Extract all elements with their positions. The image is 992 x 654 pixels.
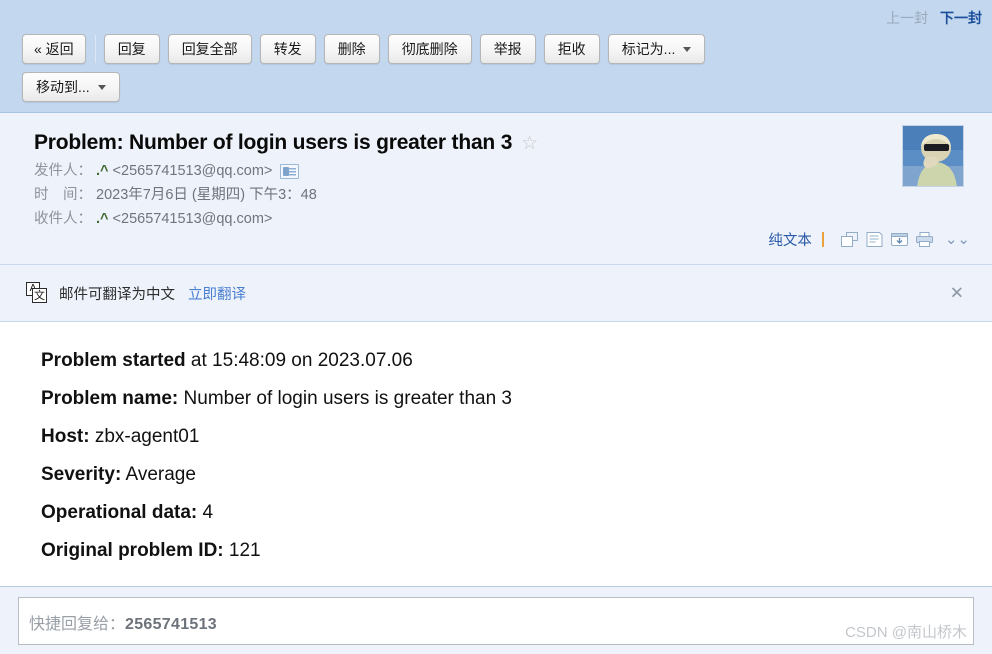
save-to-net-disk-icon[interactable] bbox=[890, 232, 908, 247]
body-value: at 15:48:09 on 2023.07.06 bbox=[185, 350, 413, 371]
avatar[interactable] bbox=[902, 125, 964, 187]
forward-button[interactable]: 转发 bbox=[259, 34, 316, 64]
body-label: Operational data: bbox=[41, 502, 198, 523]
body-line-problem-started: Problem started at 15:48:09 on 2023.07.0… bbox=[41, 348, 984, 374]
body-label: Original problem ID: bbox=[41, 540, 224, 561]
translate-message: 邮件可翻译为中文 bbox=[59, 286, 175, 303]
reply-all-button[interactable]: 回复全部 bbox=[167, 34, 252, 64]
translate-now-link[interactable]: 立即翻译 bbox=[188, 283, 246, 304]
body-value: 4 bbox=[197, 502, 214, 523]
body-label: Problem name: bbox=[41, 388, 179, 409]
date-label: 时 间： bbox=[34, 187, 92, 203]
body-value: zbx-agent01 bbox=[89, 426, 200, 447]
toolbar-button-row-2: 移动到... bbox=[22, 72, 128, 102]
body-line-operational-data: Operational data: 4 bbox=[41, 500, 984, 526]
mail-header-actions: 纯文本 ⌄⌄ bbox=[768, 229, 970, 250]
chevron-down-icon bbox=[97, 84, 106, 90]
recipient-address: <2565741513@qq.com> bbox=[112, 211, 273, 227]
close-icon[interactable]: ✕ bbox=[950, 285, 964, 302]
body-label: Severity: bbox=[41, 464, 122, 485]
message-navigation: 上一封 下一封 bbox=[886, 9, 982, 27]
body-line-host: Host: zbx-agent01 bbox=[41, 424, 984, 450]
mail-toolbar: 上一封 下一封 « 返回 回复 回复全部 转发 删除 彻底删除 举报 拒收 标记… bbox=[0, 0, 992, 113]
action-separator bbox=[821, 232, 824, 247]
move-to-label: 移动到... bbox=[36, 79, 90, 95]
body-value: Average bbox=[121, 464, 196, 485]
reject-button[interactable]: 拒收 bbox=[543, 34, 600, 64]
chevron-double-down-icon[interactable]: ⌄⌄ bbox=[945, 232, 970, 247]
date-row: 时 间： 2023年7月6日 (星期四) 下午3：48 bbox=[34, 185, 984, 205]
body-label: Host: bbox=[41, 426, 90, 447]
recipient-row: 收件人： .^ <2565741513@qq.com> bbox=[34, 209, 984, 229]
sender-row: 发件人： .^ <2565741513@qq.com> bbox=[34, 161, 984, 181]
mail-body: Problem started at 15:48:09 on 2023.07.0… bbox=[0, 322, 992, 584]
recipient-name: .^ bbox=[96, 211, 109, 227]
toolbar-button-row-1: « 返回 回复 回复全部 转发 删除 彻底删除 举报 拒收 标记为... bbox=[22, 34, 713, 64]
move-to-dropdown[interactable]: 移动到... bbox=[22, 72, 120, 102]
body-label: Problem started bbox=[41, 350, 186, 371]
chevron-down-icon bbox=[683, 46, 692, 52]
plain-text-link[interactable]: 纯文本 bbox=[768, 229, 812, 250]
body-line-problem-name: Problem name: Number of login users is g… bbox=[41, 386, 984, 412]
quick-reply-input[interactable]: 快捷回复给：2565741513 CSDN @南山桥木 bbox=[18, 597, 974, 645]
report-button[interactable]: 举报 bbox=[479, 34, 536, 64]
sender-label: 发件人： bbox=[34, 163, 92, 179]
print-icon[interactable] bbox=[915, 232, 933, 247]
translate-icon: A 文 bbox=[26, 282, 48, 304]
contact-card-icon[interactable] bbox=[280, 163, 300, 179]
date-value: 2023年7月6日 (星期四) 下午3：48 bbox=[96, 187, 317, 203]
sender-name: .^ bbox=[96, 163, 109, 179]
back-button[interactable]: « 返回 bbox=[22, 34, 86, 64]
previous-message-link[interactable]: 上一封 bbox=[886, 10, 928, 26]
sender-value[interactable]: .^ <2565741513@qq.com> bbox=[96, 161, 272, 181]
next-message-link[interactable]: 下一封 bbox=[940, 10, 982, 26]
toolbar-separator bbox=[94, 35, 96, 63]
mail-subject-line: Problem: Number of login users is greate… bbox=[34, 131, 984, 155]
quick-reply-target: 2565741513 bbox=[125, 616, 217, 633]
quick-reply-footer: 快捷回复给：2565741513 CSDN @南山桥木 bbox=[0, 586, 992, 654]
notes-icon[interactable] bbox=[866, 232, 883, 247]
reply-button[interactable]: 回复 bbox=[103, 34, 160, 64]
mail-reading-page: 上一封 下一封 « 返回 回复 回复全部 转发 删除 彻底删除 举报 拒收 标记… bbox=[0, 0, 992, 654]
recipient-value[interactable]: .^ <2565741513@qq.com> bbox=[96, 209, 272, 229]
quick-reply-placeholder: 快捷回复给：2565741513 bbox=[29, 610, 217, 634]
mark-as-label: 标记为... bbox=[621, 41, 676, 57]
body-value: 121 bbox=[223, 540, 261, 561]
watermark: CSDN @南山桥木 bbox=[845, 624, 967, 641]
delete-button[interactable]: 删除 bbox=[323, 34, 380, 64]
quick-reply-prefix: 快捷回复给： bbox=[29, 616, 126, 633]
sender-address: <2565741513@qq.com> bbox=[112, 163, 273, 179]
body-value: Number of login users is greater than 3 bbox=[178, 388, 512, 409]
translate-icon-chinese: 文 bbox=[32, 288, 47, 303]
page-title: Problem: Number of login users is greate… bbox=[34, 131, 513, 154]
body-line-severity: Severity: Average bbox=[41, 462, 984, 488]
translate-bar: A 文 邮件可翻译为中文 立即翻译 ✕ bbox=[0, 265, 992, 322]
recipient-label: 收件人： bbox=[34, 211, 92, 227]
mark-as-dropdown[interactable]: 标记为... bbox=[607, 34, 706, 64]
star-icon[interactable]: ☆ bbox=[521, 134, 538, 153]
delete-permanently-button[interactable]: 彻底删除 bbox=[387, 34, 472, 64]
open-in-new-window-icon[interactable] bbox=[840, 232, 858, 247]
body-line-original-problem-id: Original problem ID: 121 bbox=[41, 538, 984, 564]
mail-header: Problem: Number of login users is greate… bbox=[0, 113, 992, 265]
